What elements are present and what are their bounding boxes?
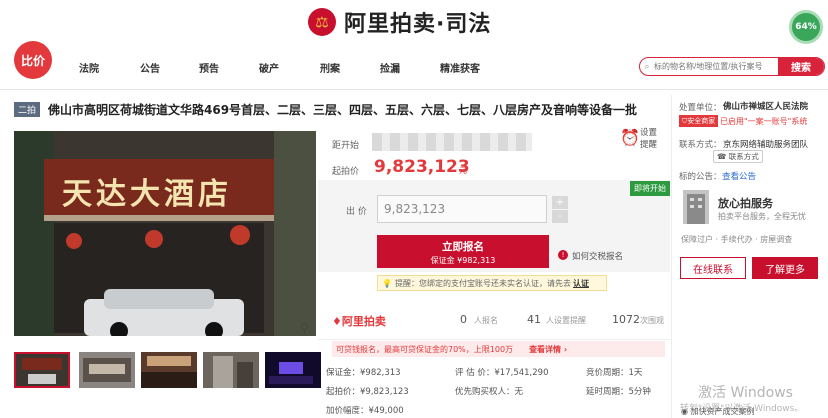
brand-icon: ♦ [332, 315, 342, 328]
thumbnail-2[interactable] [79, 352, 135, 388]
howto-link[interactable]: 如何交税报名 [572, 250, 623, 262]
loan-text: 可贷钱报名，最高可贷保证金的70%，上限100万 [336, 344, 514, 354]
currency-label: 元 [459, 166, 467, 175]
countdown-blurred [372, 133, 532, 151]
search-icon: ⌕ [644, 61, 650, 72]
register-button[interactable]: 立即报名 保证金 ¥982,313 [377, 235, 549, 268]
tip-text: 提醒：您绑定的支付宝账号还未实名认证，请先去 [394, 278, 571, 288]
priority-detail: 优先购买权人：无 [455, 387, 524, 397]
verify-link[interactable]: 认证 [573, 278, 589, 289]
contact-label: 联系方式： [679, 140, 722, 150]
reminder-count: 41 [527, 313, 541, 326]
bid-price-input[interactable]: 9,823,123 [377, 195, 547, 223]
notice-link[interactable]: 查看公告 [722, 170, 756, 182]
service-subtitle: 拍卖平台服务，全程无忧 [718, 212, 806, 221]
contact-button[interactable]: ☎ 联系方式 [713, 150, 763, 163]
service-tags: 保障过户 · 手续代办 · 房屋调查 [681, 235, 793, 244]
court-name[interactable]: 佛山市禅城区人民法院 [723, 100, 808, 112]
alarm-clock-icon[interactable]: ⏰ [620, 128, 640, 147]
thumbnail-5[interactable] [265, 352, 321, 388]
zoom-icon[interactable]: ⚲ [300, 321, 309, 335]
auction-brand-logo: ♦阿里拍卖 [332, 313, 386, 329]
start-price-label: 起拍价 [332, 167, 360, 177]
start-price-detail: 起拍价：¥9,823,123 [326, 387, 409, 397]
service-title: 放心拍服务 [718, 197, 773, 210]
set-reminder-link[interactable]: 设置提醒 [640, 127, 660, 151]
contact-button-label: 联系方式 [728, 152, 759, 161]
court-label: 处置单位： [679, 103, 722, 113]
status-flag: 即将开始 [630, 181, 670, 196]
search-input[interactable] [654, 62, 778, 71]
windows-activation-hint: 转到"设置"以激活 Windows。 [680, 404, 804, 414]
view-label: 次围观 [640, 316, 664, 325]
court-emblem-icon: ⚖ [308, 8, 336, 36]
nav-item-bankruptcy[interactable]: 破产 [259, 60, 279, 75]
logo-text: 阿里拍卖·司法 [344, 12, 492, 37]
auction-round-tag: 二拍 [14, 102, 41, 117]
search-box: ⌕ 搜索 [639, 57, 825, 76]
learn-more-button[interactable]: 了解更多 [752, 257, 818, 279]
brand-name: 阿里拍卖 [341, 315, 386, 328]
thumbnail-4[interactable] [203, 352, 259, 388]
main-photo[interactable]: 天达大酒店 ⚲ [14, 131, 316, 336]
site-logo[interactable]: ⚖ 阿里拍卖·司法 [308, 6, 491, 38]
decrease-button[interactable]: - [552, 210, 568, 223]
safe-merchant-text: 安全商家 [687, 117, 716, 125]
nav-item-customers[interactable]: 精准获客 [440, 60, 480, 75]
notice-label: 标的公告： [679, 172, 722, 182]
register-deposit-text: 保证金 ¥982,313 [430, 256, 496, 265]
phone-icon: ☎ [717, 152, 727, 161]
nav-item-criminal[interactable]: 刑案 [320, 60, 340, 75]
register-button-label: 立即报名 [442, 241, 484, 253]
search-button[interactable]: 搜索 [778, 58, 824, 75]
nav-item-bargain[interactable]: 捡漏 [380, 60, 400, 75]
loan-detail-link[interactable]: 查看详情 › [529, 344, 567, 355]
bid-cycle-detail: 竞价周期：1天 [586, 368, 643, 378]
bulb-icon: 💡 [382, 278, 392, 288]
deposit-detail: 保证金：¥982,313 [326, 368, 401, 378]
increase-button[interactable]: + [552, 196, 568, 209]
nav-item-preview[interactable]: 预告 [199, 60, 219, 75]
loan-banner: 可贷钱报名，最高可贷保证金的70%，上限100万 查看详情 › [332, 341, 665, 357]
item-title: 佛山市高明区荷城街道文华路469号首层、二层、三层、四层、五层、六层、七层、八层… [48, 103, 638, 117]
online-contact-button[interactable]: 在线联系 [680, 257, 746, 279]
eval-price-detail: 评 估 价：¥17,541,290 [455, 368, 549, 378]
nav-item-court[interactable]: 法院 [79, 60, 99, 75]
bijia-button[interactable]: 比价 [14, 41, 52, 79]
view-count: 1072 [612, 313, 640, 326]
contact-name: 京东网络辅助服务团队 [723, 140, 809, 150]
reminder-count-label: 人设置提醒 [546, 316, 586, 325]
safe-merchant-badge: ⛉安全商家 [679, 115, 719, 127]
delay-cycle-detail: 延时周期：5分钟 [586, 387, 651, 397]
hotel-sign: 天达大酒店 [62, 177, 232, 212]
start-price-value: 9,823,123 [374, 157, 470, 177]
signup-count: 0 [460, 313, 467, 326]
bid-label: 出 价 [346, 207, 367, 217]
countdown-label: 距开始 [332, 141, 360, 151]
windows-activation-watermark: 激活 Windows [698, 385, 793, 401]
thumbnail-1[interactable] [14, 352, 70, 388]
thumbnail-3[interactable] [141, 352, 197, 388]
increment-detail: 加价幅度：¥49,000 [326, 406, 404, 416]
verify-tip: 💡 提醒：您绑定的支付宝账号还未实名认证，请先去 认证 [377, 275, 607, 291]
building-icon [683, 190, 709, 224]
signup-label: 人报名 [474, 316, 498, 325]
nav-item-notice[interactable]: 公告 [140, 60, 160, 75]
performance-badge[interactable]: 64% [789, 10, 823, 44]
help-icon: ! [558, 250, 568, 260]
account-system-text: 已启用"一案一账号"系统 [720, 117, 808, 126]
